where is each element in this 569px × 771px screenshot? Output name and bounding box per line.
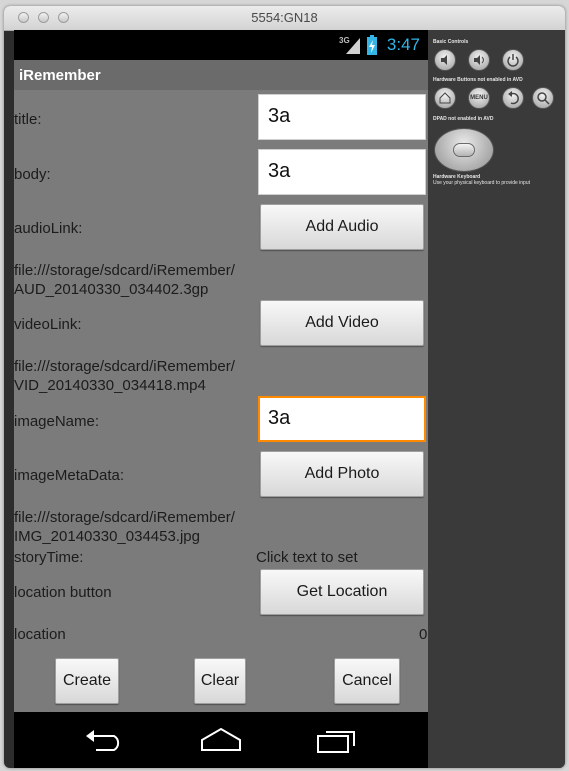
body-field[interactable]: 3a xyxy=(258,149,426,195)
volume-up-button[interactable] xyxy=(468,49,490,71)
menu-label: MENU xyxy=(470,95,488,101)
location-label: location xyxy=(14,626,66,643)
image-path-line2: IMG_20140330_034453.jpg xyxy=(14,528,200,545)
search-icon xyxy=(537,92,550,105)
title-label: title: xyxy=(14,111,42,128)
video-path-line2: VID_20140330_034418.mp4 xyxy=(14,377,206,394)
home-icon xyxy=(439,92,451,104)
keyboard-hint: Use your physical keyboard to provide in… xyxy=(433,180,530,186)
hw-back-button[interactable] xyxy=(502,87,524,109)
audio-path-line2: AUD_20140330_034402.3gp xyxy=(14,281,209,298)
emulator-window: 5554:GN18 3G 3:47 iRemember title: 3a bo… xyxy=(4,6,565,768)
image-meta-label: imageMetaData: xyxy=(14,467,125,484)
cancel-button[interactable]: Cancel xyxy=(334,658,400,704)
story-time-value[interactable]: Click text to set xyxy=(256,549,358,567)
app-title: iRemember xyxy=(19,67,101,84)
image-name-field[interactable]: 3a xyxy=(258,396,426,442)
create-button[interactable]: Create xyxy=(55,658,119,704)
get-location-button[interactable]: Get Location xyxy=(260,569,424,615)
window-title: 5554:GN18 xyxy=(251,10,318,25)
location-button-label: location button xyxy=(14,584,112,601)
battery-icon xyxy=(367,35,377,55)
video-link-label: videoLink: xyxy=(14,316,82,333)
power-icon xyxy=(507,54,519,67)
action-bar: iRemember xyxy=(14,60,428,90)
back-icon xyxy=(508,91,519,105)
volume-up-icon xyxy=(474,55,484,65)
image-path-line1: file:///storage/sdcard/iRemember/ xyxy=(14,509,235,526)
audio-path-line1: file:///storage/sdcard/iRemember/ xyxy=(14,262,235,279)
audio-link-label: audioLink: xyxy=(14,220,83,237)
title-field[interactable]: 3a xyxy=(258,94,426,140)
status-bar: 3G 3:47 xyxy=(14,30,428,60)
device-screen: 3G 3:47 iRemember title: 3a body: 3a aud… xyxy=(14,30,428,768)
emulator-controls-panel: Basic Controls Hardware Buttons not enab… xyxy=(428,30,565,768)
add-video-button[interactable]: Add Video xyxy=(260,300,424,346)
hardware-buttons-note: Hardware Buttons not enabled in AVD xyxy=(433,77,523,83)
video-path-line1: file:///storage/sdcard/iRemember/ xyxy=(14,358,235,375)
window-titlebar: 5554:GN18 xyxy=(4,6,565,31)
back-icon[interactable] xyxy=(84,728,126,752)
dpad-center[interactable] xyxy=(453,143,475,157)
volume-down-icon xyxy=(441,55,447,65)
add-audio-button[interactable]: Add Audio xyxy=(260,204,424,250)
location-value: 0 xyxy=(419,626,428,643)
scroll-clip xyxy=(14,646,428,654)
signal-icon xyxy=(346,38,360,54)
hw-home-button[interactable] xyxy=(434,87,456,109)
body-label: body: xyxy=(14,166,51,183)
dpad-note: DPAD not enabled in AVD xyxy=(433,116,494,122)
image-name-label: imageName: xyxy=(14,413,100,430)
add-photo-button[interactable]: Add Photo xyxy=(260,451,424,497)
story-time-label: storyTime: xyxy=(14,549,84,566)
dpad-control[interactable] xyxy=(434,128,494,172)
hw-menu-button[interactable]: MENU xyxy=(468,87,490,109)
home-icon[interactable] xyxy=(200,726,242,752)
clock: 3:47 xyxy=(386,35,420,54)
recent-apps-icon[interactable] xyxy=(316,726,358,754)
hw-search-button[interactable] xyxy=(532,87,554,109)
power-button[interactable] xyxy=(502,49,524,71)
basic-controls-heading: Basic Controls xyxy=(433,39,469,45)
volume-down-button[interactable] xyxy=(434,49,456,71)
navigation-bar xyxy=(14,712,428,768)
clear-button[interactable]: Clear xyxy=(194,658,246,704)
